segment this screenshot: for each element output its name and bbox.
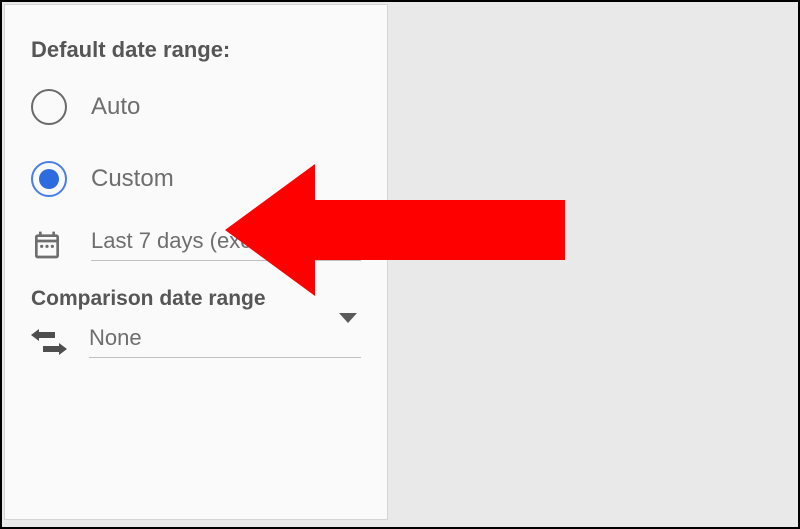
- viewport-frame: Default date range: Auto Custom Last 7 d…: [0, 0, 800, 529]
- comparison-dropdown-value: None: [89, 325, 361, 351]
- swap-horizontal-icon: [31, 328, 67, 356]
- comparison-dropdown-row[interactable]: None: [5, 321, 387, 358]
- custom-date-field-row[interactable]: Last 7 days (exclude …: [5, 215, 387, 265]
- radio-icon-unselected: [31, 89, 67, 125]
- date-range-panel: Default date range: Auto Custom Last 7 d…: [4, 4, 388, 520]
- radio-option-auto[interactable]: Auto: [5, 71, 387, 143]
- radio-label: Custom: [91, 165, 174, 193]
- calendar-icon: [31, 229, 63, 261]
- date-range-value: Last 7 days (exclude …: [91, 228, 361, 261]
- radio-icon-selected: [31, 161, 67, 197]
- default-date-range-title: Default date range:: [31, 37, 361, 63]
- radio-option-custom[interactable]: Custom: [5, 143, 387, 215]
- chevron-down-icon: [339, 313, 357, 323]
- comparison-dropdown[interactable]: None: [89, 325, 361, 358]
- radio-label: Auto: [91, 93, 140, 121]
- comparison-date-range-title: Comparison date range: [5, 265, 387, 321]
